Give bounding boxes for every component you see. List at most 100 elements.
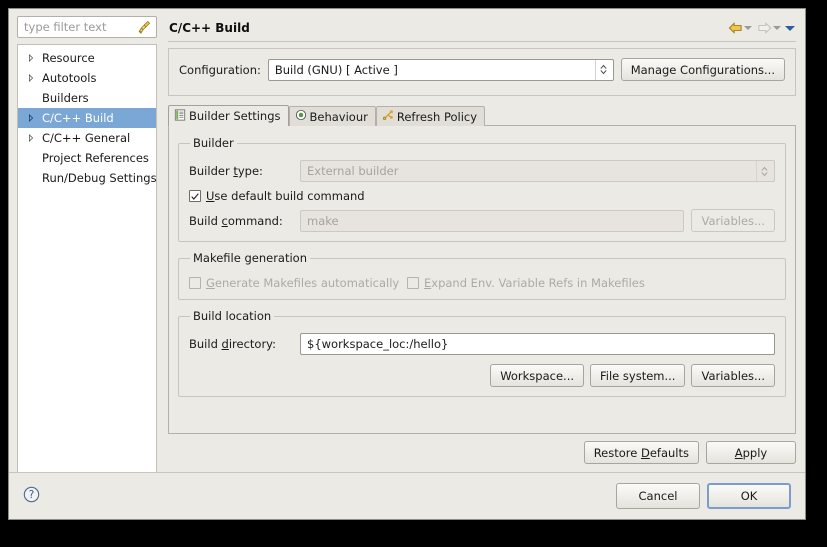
builder-type-label: Builder type:	[189, 164, 263, 178]
dialog-body: Resource Autotools Builders C/C+	[9, 9, 805, 472]
tab-label: Builder Settings	[189, 109, 281, 123]
filter-field-wrapper[interactable]	[17, 16, 157, 38]
builder-type-row: Builder type: External builder	[189, 160, 775, 182]
build-command-variables-button[interactable]: Variables...	[691, 209, 775, 232]
sidebar-item-label: Project References	[42, 151, 149, 165]
ok-button[interactable]: OK	[707, 483, 791, 509]
page-title: C/C++ Build	[169, 21, 250, 35]
makefile-checkbox-row: Generate Makefiles automatically Expand …	[189, 276, 775, 290]
view-menu-triangle-icon[interactable]	[785, 25, 795, 31]
configuration-combo[interactable]: Build (GNU) [ Active ]	[267, 58, 614, 81]
build-command-label: Build command:	[189, 213, 283, 228]
builder-settings-icon	[174, 108, 186, 124]
header-divider	[168, 41, 796, 42]
sidebar-item-autotools[interactable]: Autotools	[18, 68, 156, 88]
expand-arrow-icon[interactable]	[24, 51, 38, 65]
chevron-down-icon[interactable]	[744, 26, 752, 30]
expand-arrow-placeholder	[24, 171, 38, 185]
tab-behaviour[interactable]: Behaviour	[288, 106, 376, 126]
settings-tree[interactable]: Resource Autotools Builders C/C++ Build …	[17, 44, 157, 472]
expand-arrow-icon[interactable]	[24, 111, 38, 125]
sidebar-item-project-references[interactable]: Project References	[18, 148, 156, 168]
tab-label: Behaviour	[309, 109, 368, 124]
page-nav-icons	[727, 22, 795, 34]
expand-arrow-icon[interactable]	[24, 131, 38, 145]
variables-button[interactable]: Variables...	[691, 364, 775, 387]
generate-makefiles-label: Generate Makefiles automatically	[206, 276, 400, 290]
builder-type-value: External builder	[307, 164, 399, 178]
filter-input[interactable]	[18, 17, 156, 37]
builder-type-combo[interactable]: External builder	[300, 160, 775, 182]
sidebar-item-label: C/C++ Build	[42, 111, 114, 125]
dialog-footer: ? Cancel OK	[9, 473, 805, 519]
chevron-down-icon[interactable]	[773, 26, 781, 30]
expand-env-vars-label: Expand Env. Variable Refs in Makefiles	[424, 276, 645, 290]
checkmark-icon	[191, 192, 199, 200]
build-command-row: Build command: make Variables...	[189, 209, 775, 232]
settings-sidebar: Resource Autotools Builders C/C+	[15, 15, 159, 472]
builder-group-legend: Builder	[193, 136, 234, 150]
expand-arrow-placeholder	[24, 151, 38, 165]
up-down-chevron-icon[interactable]	[756, 161, 772, 181]
use-default-build-command-checkbox[interactable]	[189, 190, 201, 202]
build-location-group: Build location Build directory: ${worksp…	[178, 309, 786, 397]
page-action-buttons: Restore Defaults Apply	[167, 434, 797, 472]
builder-settings-panel: Builder Builder type: External builder U…	[168, 125, 796, 434]
generate-makefiles-row[interactable]: Generate Makefiles automatically	[189, 276, 402, 290]
svg-text:?: ?	[29, 489, 35, 501]
sidebar-item-label: C/C++ General	[42, 131, 131, 145]
configuration-combo-value: Build (GNU) [ Active ]	[274, 62, 398, 77]
footer-buttons: Cancel OK	[616, 483, 791, 509]
build-directory-row: Build directory: ${workspace_loc:/hello}	[189, 333, 775, 355]
back-arrow-icon	[728, 22, 742, 34]
page-header: C/C++ Build	[167, 15, 797, 41]
generate-makefiles-checkbox[interactable]	[189, 277, 201, 289]
sidebar-item-builders[interactable]: Builders	[18, 88, 156, 108]
expand-arrow-placeholder	[24, 91, 38, 105]
build-directory-value: ${workspace_loc:/hello}	[307, 337, 449, 351]
sidebar-item-cpp-general[interactable]: C/C++ General	[18, 128, 156, 148]
sidebar-item-label: Builders	[42, 91, 89, 105]
configuration-panel: Configuration: Build (GNU) [ Active ] Ma…	[168, 48, 796, 96]
sidebar-item-resource[interactable]: Resource	[18, 48, 156, 68]
up-down-chevron-icon[interactable]	[594, 59, 611, 80]
tab-label: Refresh Policy	[396, 109, 478, 124]
use-default-build-command-label: Use default build command	[206, 189, 365, 203]
makefile-generation-legend: Makefile generation	[193, 251, 308, 265]
file-system-button[interactable]: File system...	[590, 364, 686, 387]
sidebar-item-label: Run/Debug Settings	[42, 171, 157, 185]
configuration-label: Configuration:	[179, 62, 261, 77]
apply-button[interactable]: Apply	[706, 441, 796, 464]
manage-configurations-button[interactable]: Manage Configurations...	[620, 58, 785, 81]
refresh-policy-icon	[382, 109, 394, 124]
restore-defaults-button[interactable]: Restore Defaults	[583, 441, 699, 464]
sidebar-item-cpp-build[interactable]: C/C++ Build	[18, 108, 156, 128]
build-directory-label: Build directory:	[189, 337, 277, 351]
help-question-icon[interactable]: ?	[23, 486, 40, 507]
use-default-build-command-row[interactable]: Use default build command	[189, 189, 775, 203]
build-location-legend: Build location	[193, 309, 272, 323]
sidebar-item-label: Autotools	[42, 71, 97, 85]
sidebar-item-run-debug-settings[interactable]: Run/Debug Settings	[18, 168, 156, 188]
behaviour-icon	[295, 109, 307, 124]
tab-refresh-policy[interactable]: Refresh Policy	[375, 106, 486, 126]
sidebar-item-label: Resource	[42, 51, 95, 65]
cancel-button[interactable]: Cancel	[616, 483, 700, 509]
expand-env-vars-checkbox[interactable]	[407, 277, 419, 289]
makefile-generation-group: Makefile generation Generate Makefiles a…	[178, 251, 786, 300]
build-directory-input[interactable]: ${workspace_loc:/hello}	[300, 333, 775, 355]
back-button[interactable]	[727, 22, 753, 34]
expand-arrow-icon[interactable]	[24, 71, 38, 85]
forward-arrow-icon	[758, 22, 772, 34]
build-command-input[interactable]: make	[300, 209, 685, 232]
broom-icon[interactable]	[137, 20, 152, 35]
builder-group: Builder Builder type: External builder U…	[178, 136, 786, 242]
workspace-button[interactable]: Workspace...	[490, 364, 585, 387]
build-command-value: make	[307, 213, 339, 228]
build-location-buttons: Workspace... File system... Variables...	[189, 364, 775, 387]
properties-dialog: Resource Autotools Builders C/C+	[8, 8, 806, 520]
tab-builder-settings[interactable]: Builder Settings	[168, 105, 289, 126]
forward-button[interactable]	[756, 22, 782, 34]
expand-env-vars-row[interactable]: Expand Env. Variable Refs in Makefiles	[407, 276, 645, 290]
tab-bar: Builder Settings Behaviour Refresh Polic…	[168, 105, 796, 126]
